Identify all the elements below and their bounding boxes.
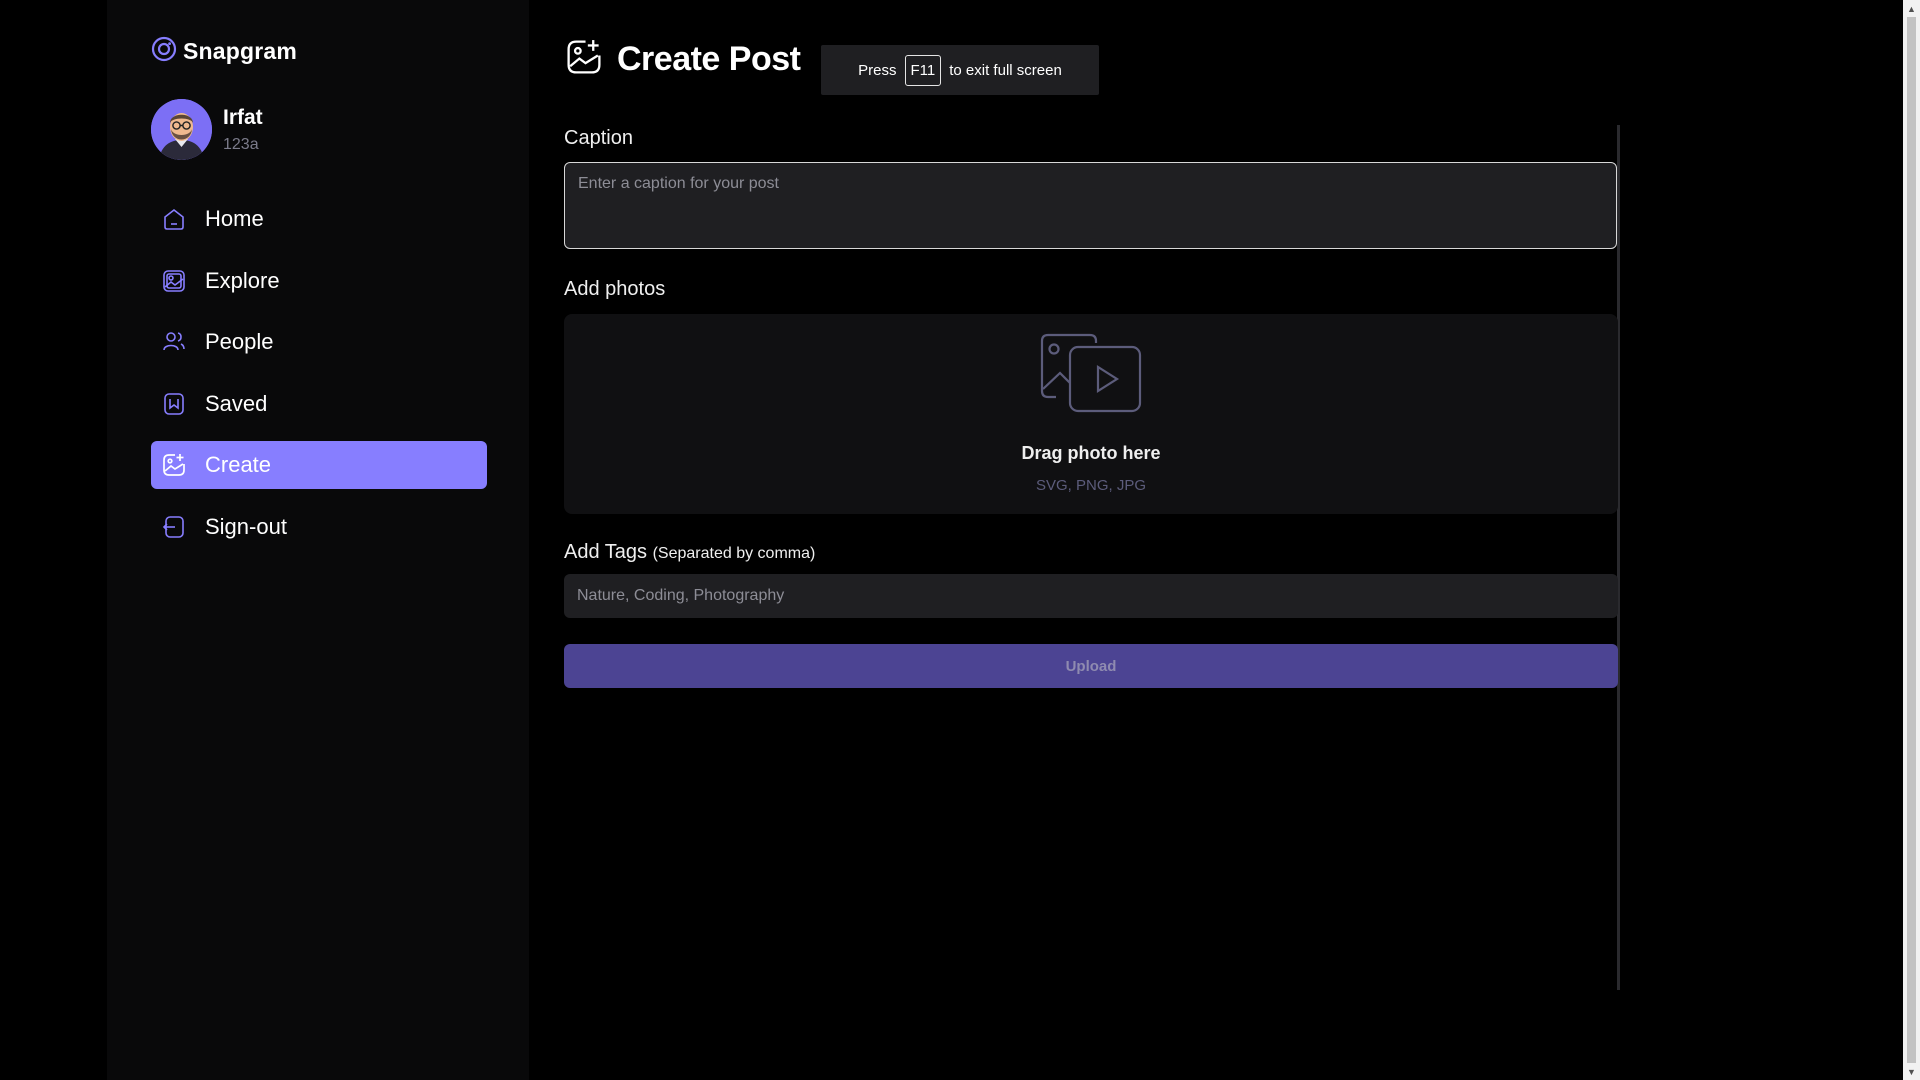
home-icon (161, 206, 187, 232)
sidebar-item-saved[interactable]: Saved (151, 380, 487, 428)
toast-text-before: Press (858, 61, 897, 79)
bookmark-icon (161, 391, 187, 417)
tags-label: Add Tags (Separated by comma) (564, 541, 815, 564)
scrollbar[interactable]: ▲ ▼ (1903, 0, 1920, 1080)
user-profile[interactable]: Irfat 123a (151, 99, 263, 160)
sidebar-item-people[interactable]: People (151, 318, 487, 366)
user-handle: 123a (223, 135, 259, 153)
sidebar-item-explore[interactable]: Explore (151, 257, 487, 305)
page-title: Create Post (617, 40, 801, 78)
user-name: Irfat (223, 105, 263, 129)
sidebar-item-label: Create (205, 452, 272, 477)
app-name: Snapgram (183, 38, 298, 64)
sidebar-item-create[interactable]: Create (151, 441, 487, 489)
sidebar-item-label: Explore (205, 267, 280, 293)
sidebar-item-label: Sign-out (205, 513, 287, 539)
scrollbar-thumb[interactable] (1907, 17, 1916, 1063)
sidebar-nav: Home Explore People Saved Create Sign-ou… (151, 195, 487, 564)
photos-label: Add photos (564, 278, 666, 300)
gallery-add-icon (564, 37, 604, 82)
upload-button[interactable]: Upload (564, 644, 1618, 688)
camera-ring-icon (151, 36, 177, 67)
sidebar-item-signout[interactable]: Sign-out (151, 503, 487, 551)
tags-input[interactable] (564, 574, 1618, 618)
app-logo[interactable]: Snapgram (151, 36, 297, 67)
page-header: Create Post (564, 37, 801, 82)
people-icon (161, 329, 187, 355)
sidebar-item-label: Home (205, 206, 264, 231)
scroll-down-icon[interactable]: ▼ (1903, 1063, 1920, 1080)
fullscreen-toast: Press F11 to exit full screen (821, 45, 1099, 95)
toast-text-after: to exit full screen (949, 61, 1062, 79)
gallery-add-icon (161, 452, 187, 478)
logout-icon (161, 514, 187, 540)
file-upload-icon (1040, 333, 1144, 420)
caption-label: Caption (564, 127, 633, 149)
avatar (151, 99, 212, 160)
dropzone-formats: SVG, PNG, JPG (1035, 477, 1147, 494)
sidebar-item-label: Saved (205, 390, 268, 416)
caption-input[interactable] (564, 162, 1617, 249)
tags-hint: (Separated by comma) (652, 545, 816, 562)
sidebar-item-label: People (205, 329, 274, 354)
divider (1617, 125, 1620, 990)
gallery-icon (161, 268, 187, 294)
dropzone-title: Drag photo here (1021, 443, 1161, 463)
sidebar-item-home[interactable]: Home (151, 195, 487, 243)
tags-label-text: Add Tags (564, 541, 648, 563)
sidebar: Snapgram Irfat 123a Home Explore People … (107, 0, 529, 1080)
scroll-up-icon[interactable]: ▲ (1903, 0, 1920, 17)
photo-dropzone[interactable]: Drag photo here SVG, PNG, JPG (564, 314, 1618, 514)
toast-key: F11 (904, 54, 942, 86)
